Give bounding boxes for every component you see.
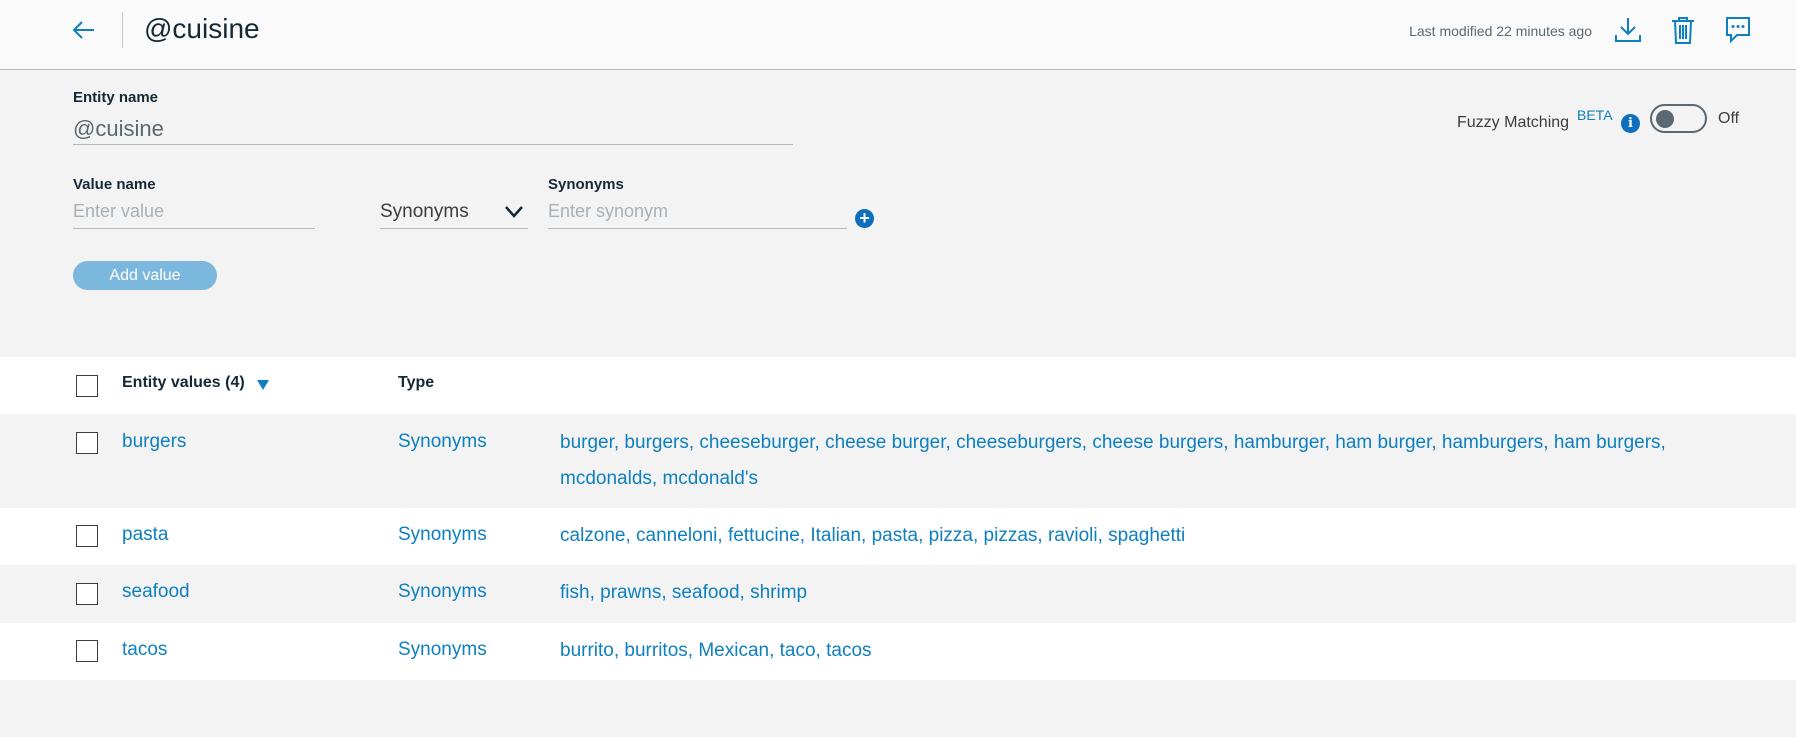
row-checkbox[interactable] [76,525,98,547]
entity-values-column-header[interactable]: Entity values (4) [122,374,245,392]
trash-icon[interactable] [1667,14,1699,46]
table-row: seafood Synonyms fish, prawns, seafood, … [0,565,1796,623]
info-icon[interactable]: i [1621,114,1640,133]
beta-badge: BETA [1577,107,1613,123]
toggle-knob [1656,110,1674,128]
synonyms-label: Synonyms [548,176,624,193]
fuzzy-matching-toggle[interactable] [1650,104,1707,133]
row-checkbox[interactable] [76,583,98,605]
row-type: Synonyms [398,524,487,545]
type-column-header: Type [398,374,435,391]
value-type-selected: Synonyms [380,201,469,222]
table-row: pasta Synonyms calzone, canneloni, fettu… [0,508,1796,565]
chat-icon[interactable] [1722,14,1754,46]
value-type-dropdown[interactable]: Synonyms [380,195,528,229]
table-row: tacos Synonyms burrito, burritos, Mexica… [0,623,1796,680]
row-synonyms[interactable]: burrito, burritos, Mexican, taco, tacos [560,633,1680,669]
select-all-checkbox[interactable] [76,375,98,397]
row-synonyms[interactable]: burger, burgers, cheeseburger, cheese bu… [560,425,1680,497]
sort-down-icon[interactable] [256,379,270,391]
synonym-input[interactable] [548,195,847,229]
row-synonyms[interactable]: calzone, canneloni, fettucine, Italian, … [560,518,1680,554]
chevron-down-icon [505,206,523,218]
back-arrow-icon[interactable] [70,16,98,44]
value-name-label: Value name [73,176,156,193]
row-value-name[interactable]: burgers [122,431,186,453]
row-type: Synonyms [398,581,487,602]
table-header: Entity values (4) Type [0,357,1796,414]
row-synonyms[interactable]: fish, prawns, seafood, shrimp [560,575,1680,611]
row-checkbox[interactable] [76,432,98,454]
row-value-name[interactable]: tacos [122,639,167,661]
row-checkbox[interactable] [76,640,98,662]
add-value-button[interactable]: Add value [73,261,217,290]
top-bar: @cuisine Last modified 22 minutes ago [0,0,1796,70]
add-synonym-icon[interactable]: + [855,209,874,228]
table-row: burgers Synonyms burger, burgers, cheese… [0,414,1796,508]
entity-name-label: Entity name [73,89,159,106]
last-modified-text: Last modified 22 minutes ago [1409,23,1592,39]
title-divider [122,12,123,48]
row-type: Synonyms [398,639,487,660]
row-value-name[interactable]: pasta [122,524,168,546]
value-name-input[interactable] [73,195,315,229]
row-value-name[interactable]: seafood [122,581,190,603]
toggle-state-text: Off [1718,110,1740,127]
row-type: Synonyms [398,431,487,452]
fuzzy-matching-label: Fuzzy Matching [1457,114,1570,131]
page-title: @cuisine [144,13,260,44]
entity-name-input[interactable] [73,113,793,145]
download-icon[interactable] [1612,14,1644,46]
entity-form: Entity name Fuzzy Matching BETA i Off Va… [0,71,1796,356]
